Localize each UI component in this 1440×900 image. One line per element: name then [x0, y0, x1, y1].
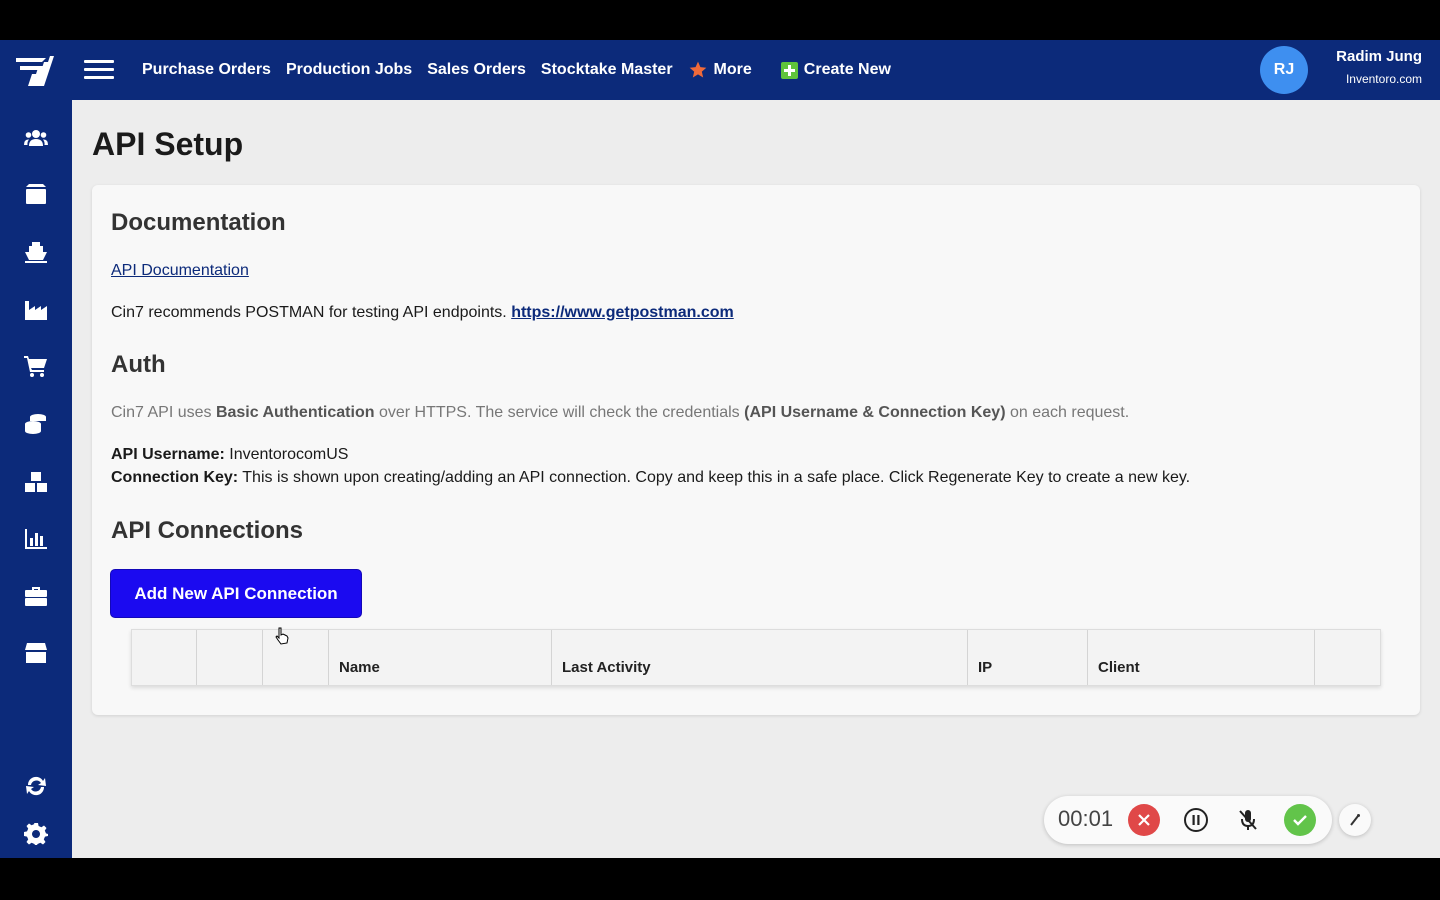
auth-text-3: on each request. — [1009, 404, 1130, 421]
postman-link[interactable]: https://www.getpostman.com — [511, 304, 734, 321]
table-header-col-3[interactable] — [263, 630, 329, 685]
auth-text-2: over HTTPS. The service will check the c… — [378, 404, 740, 421]
auth-text-credentials: (API Username & Connection Key) — [744, 404, 1006, 421]
connection-key-label: Connection Key: — [111, 469, 239, 486]
sync-icon[interactable] — [22, 774, 50, 798]
auth-description: Cin7 API uses Basic Authentication over … — [111, 404, 1129, 422]
wand-icon — [1350, 814, 1360, 826]
api-connections-table: Name Last Activity IP Client — [131, 629, 1381, 686]
api-setup-card: Documentation API Documentation Cin7 rec… — [92, 185, 1420, 715]
factory-icon[interactable] — [22, 298, 50, 322]
close-icon — [1138, 814, 1150, 826]
mouse-cursor-icon — [275, 627, 289, 645]
table-header-actions[interactable] — [1315, 630, 1380, 685]
api-connections-heading: API Connections — [111, 517, 304, 544]
table-header-col-1[interactable] — [132, 630, 197, 685]
table-header-col-2[interactable] — [197, 630, 263, 685]
sidebar — [0, 100, 72, 858]
auth-text-1: Cin7 API uses — [111, 404, 212, 421]
api-username-value: InventorocomUS — [229, 446, 349, 463]
nav-create-new-label: Create New — [803, 61, 891, 78]
chart-icon[interactable] — [22, 527, 50, 551]
app-frame: Purchase Orders Production Jobs Sales Or… — [0, 40, 1440, 858]
top-bar: Purchase Orders Production Jobs Sales Or… — [0, 40, 1440, 100]
star-icon — [689, 61, 706, 78]
connection-key-line: Connection Key: This is shown upon creat… — [111, 469, 1190, 487]
user-organization: Inventoro.com — [1345, 72, 1422, 86]
box-icon[interactable] — [22, 182, 50, 206]
menu-toggle-icon[interactable] — [84, 60, 114, 80]
auth-text-basic: Basic Authentication — [215, 404, 375, 421]
documentation-heading: Documentation — [111, 209, 286, 236]
gear-icon[interactable] — [22, 822, 50, 846]
stop-recording-button[interactable] — [1128, 804, 1160, 836]
pause-icon — [1184, 808, 1208, 832]
nav-sales-orders[interactable]: Sales Orders — [427, 61, 526, 79]
plus-square-icon — [780, 61, 798, 79]
table-header-last-activity[interactable]: Last Activity — [552, 630, 968, 685]
cart-icon[interactable] — [22, 354, 50, 378]
mute-microphone-button[interactable] — [1232, 804, 1264, 836]
api-documentation-link[interactable]: API Documentation — [111, 262, 249, 279]
page-title: API Setup — [92, 126, 244, 162]
table-header-name[interactable]: Name — [329, 630, 552, 685]
nav-create-new[interactable]: Create New — [780, 61, 891, 79]
postman-text: Cin7 recommends POSTMAN for testing API … — [111, 304, 507, 321]
nav-stocktake-master[interactable]: Stocktake Master — [541, 61, 673, 79]
nav-production-jobs[interactable]: Production Jobs — [286, 61, 412, 79]
connection-key-value: This is shown upon creating/adding an AP… — [242, 469, 1191, 486]
nav-more-label: More — [713, 61, 752, 78]
coins-icon[interactable] — [22, 412, 50, 436]
user-name[interactable]: Radim Jung — [1336, 48, 1422, 65]
nav-purchase-orders[interactable]: Purchase Orders — [142, 61, 271, 79]
app-logo[interactable] — [14, 52, 56, 88]
top-nav: Purchase Orders Production Jobs Sales Or… — [142, 40, 891, 100]
recording-timer: 00:01 — [1058, 806, 1114, 831]
add-api-connection-button[interactable]: Add New API Connection — [110, 569, 362, 618]
auth-heading: Auth — [111, 351, 166, 378]
table-header-ip[interactable]: IP — [968, 630, 1088, 685]
users-icon[interactable] — [22, 126, 50, 150]
recording-widget: 00:01 — [1044, 796, 1332, 844]
nav-more[interactable]: More — [688, 60, 752, 80]
finish-recording-button[interactable] — [1284, 804, 1316, 836]
ship-icon[interactable] — [22, 240, 50, 264]
api-username-line: API Username: InventorocomUS — [111, 446, 348, 464]
postman-paragraph: Cin7 recommends POSTMAN for testing API … — [111, 304, 734, 322]
table-header-client[interactable]: Client — [1088, 630, 1315, 685]
user-avatar[interactable]: RJ — [1260, 46, 1308, 94]
checkmark-icon — [1293, 815, 1307, 826]
microphone-off-icon — [1239, 810, 1257, 830]
recorder-options-button[interactable] — [1339, 804, 1371, 836]
api-username-label: API Username: — [111, 446, 225, 463]
boxes-icon[interactable] — [22, 470, 50, 494]
pause-recording-button[interactable] — [1180, 804, 1212, 836]
briefcase-icon[interactable] — [22, 584, 50, 608]
store-icon[interactable] — [22, 641, 50, 665]
